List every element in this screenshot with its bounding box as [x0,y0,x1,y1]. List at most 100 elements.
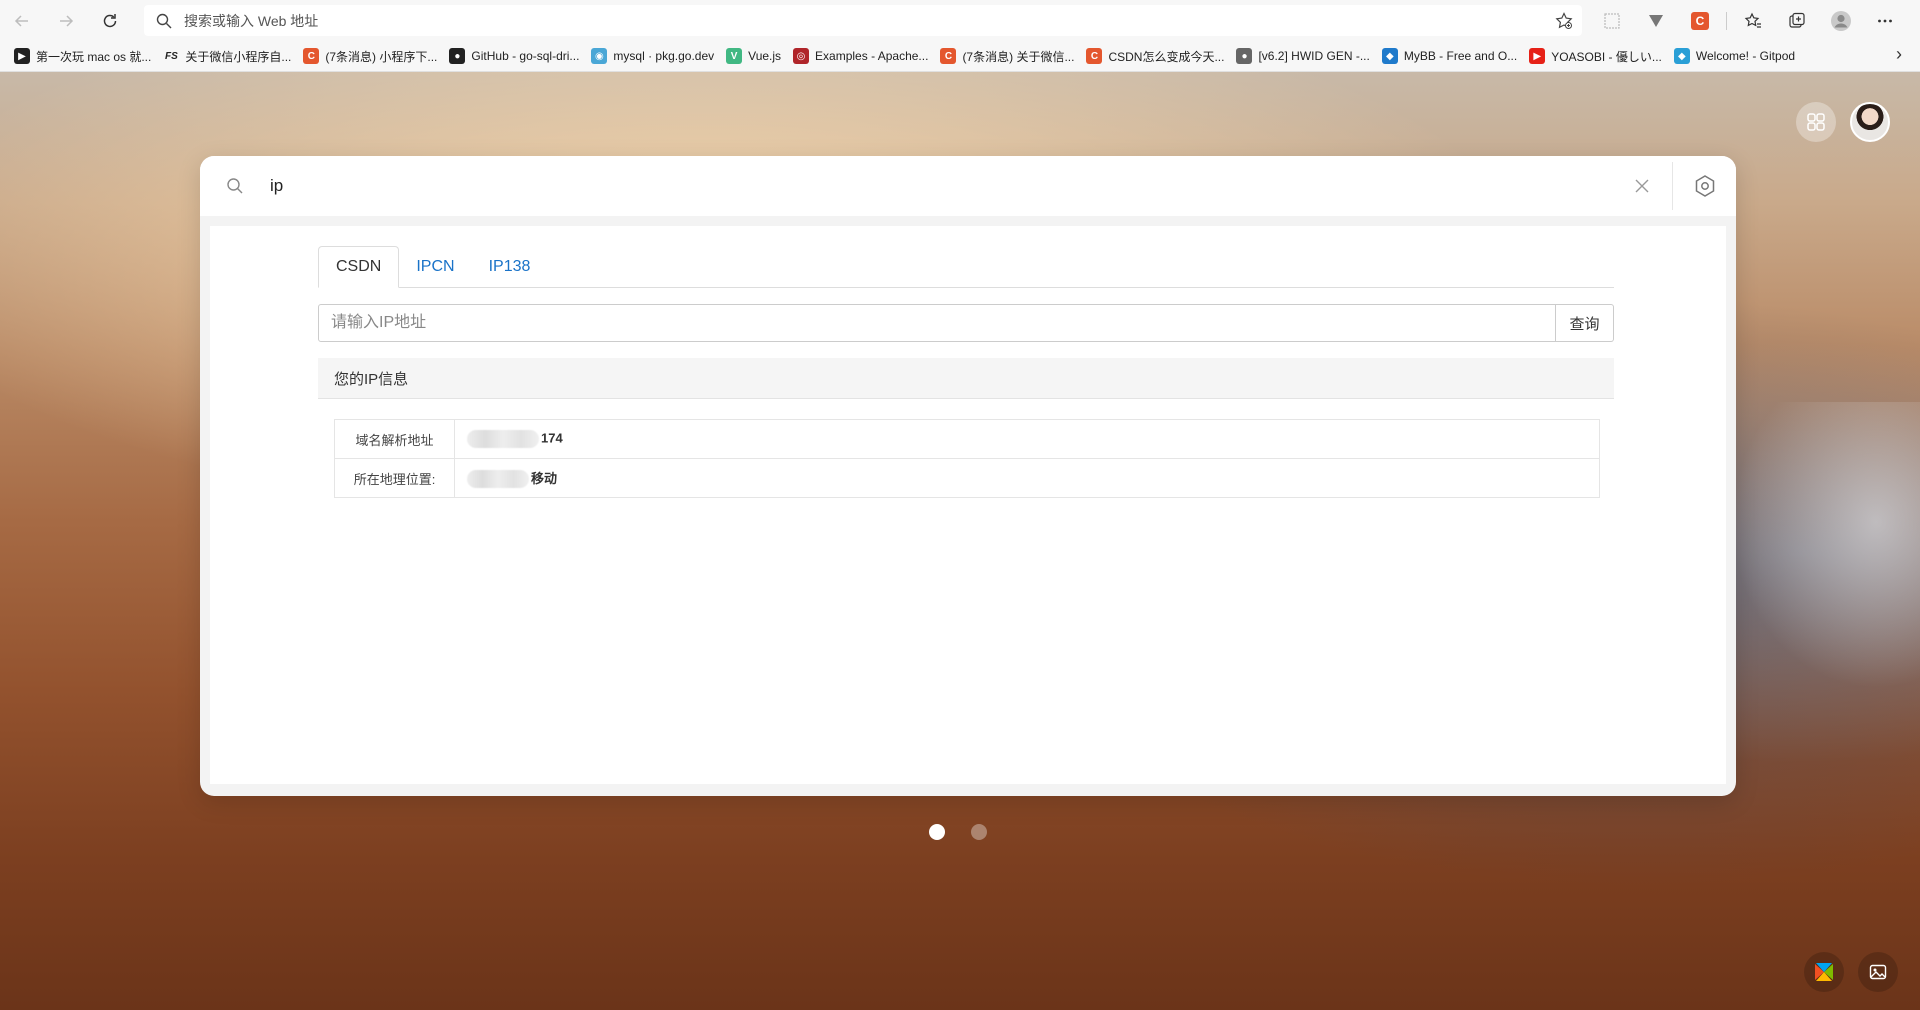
result-content: CSDN IPCN IP138 查询 您的IP信息 域名解析地址 174 所在地… [210,226,1726,784]
redacted-blur [467,430,539,448]
dns-address-text: 174 [541,430,563,446]
search-icon [200,177,270,195]
address-bar[interactable] [144,5,1582,36]
bookmark-label: GitHub - go-sql-dri... [471,49,580,63]
bookmark-label: [v6.2] HWID GEN -... [1258,49,1370,63]
wallpaper-button[interactable] [1858,952,1898,992]
mybb-icon: ◆ [1381,48,1398,64]
back-button[interactable] [0,0,44,41]
profile-icon [1831,10,1851,31]
search-query[interactable]: ip [270,176,1612,196]
arrow-left-icon [14,14,28,27]
page-dot-2[interactable] [971,824,987,840]
source-tabs: CSDN IPCN IP138 [318,246,1614,288]
bookmark-item[interactable]: V Vue.js [722,44,789,68]
bookmark-item[interactable]: ▶ 第一次玩 mac os 就... [10,44,159,68]
hexagon-settings-icon [1695,175,1714,197]
refresh-icon [103,13,117,27]
apache-icon: ◎ [793,48,810,64]
collections-icon [1789,12,1805,28]
gitpod-icon: ◆ [1673,48,1690,64]
apps-button[interactable] [1796,102,1836,142]
bookmark-item[interactable]: C CSDN怎么变成今天... [1082,44,1232,68]
address-input[interactable] [184,12,1546,29]
bottom-right-actions [1804,952,1898,992]
bookmark-label: MyBB - Free and O... [1403,49,1518,63]
extensions-area: C [1590,0,1907,41]
page-indicator [929,824,987,840]
clear-search-button[interactable] [1612,179,1672,193]
location-value: 移动 [454,458,1600,498]
bookmark-item[interactable]: FS 关于微信小程序自... [159,44,299,68]
arrow-right-icon [60,14,74,27]
refresh-button[interactable] [88,0,132,41]
csdn-icon: C [303,48,320,64]
csdn-icon: C [940,48,957,64]
bookmark-label: Welcome! - Gitpod [1695,49,1796,63]
bookmark-label: (7条消息) 关于微信... [962,49,1075,64]
search-panel: ip CSDN IPCN IP138 查询 您的IP信息 域名解 [200,156,1736,796]
ip-info-table: 域名解析地址 174 所在地理位置: 移动 [334,419,1600,498]
bookmark-item[interactable]: ◆ MyBB - Free and O... [1378,44,1525,68]
bookmark-item[interactable]: ● GitHub - go-sql-dri... [445,44,587,68]
bookmark-item[interactable]: ◆ Welcome! - Gitpod [1670,44,1803,68]
bookmark-item[interactable]: ◉ mysql · pkg.go.dev [587,44,722,68]
forward-button[interactable] [44,0,88,41]
youtube-icon: ▶ [1529,48,1546,64]
more-menu-button[interactable] [1863,0,1907,41]
tab-ip138[interactable]: IP138 [472,246,548,288]
bookmark-label: Examples - Apache... [815,49,929,63]
bookmark-label: mysql · pkg.go.dev [613,49,715,63]
bookmark-label: CSDN怎么变成今天... [1108,49,1225,64]
dns-address-value: 174 [454,419,1600,459]
toolbar-divider [1726,11,1727,30]
ip-input[interactable] [318,304,1556,342]
bookmark-label: YOASOBI - 優しい... [1551,49,1662,64]
location-label: 所在地理位置: [334,458,455,498]
chevron-right-icon[interactable]: › [1896,44,1902,65]
github-icon: ● [449,48,466,64]
bookmark-item[interactable]: C (7条消息) 小程序下... [299,44,445,68]
table-row: 所在地理位置: 移动 [334,458,1600,498]
colorful-logo-icon [1815,963,1833,981]
browser-toolbar: C [0,0,1920,41]
new-tab-page: ip CSDN IPCN IP138 查询 您的IP信息 域名解 [0,72,1920,1010]
dns-address-label: 域名解析地址 [334,419,455,459]
bookmark-item[interactable]: ● [v6.2] HWID GEN -... [1232,44,1377,68]
user-avatar[interactable] [1850,102,1890,142]
table-row: 域名解析地址 174 [334,419,1600,459]
bookmarks-bar: ▶ 第一次玩 mac os 就... FS 关于微信小程序自... C (7条消息) 小程… [0,41,1920,72]
extension-v-button[interactable] [1634,0,1678,41]
search-icon [144,13,184,29]
tab-ipcn[interactable]: IPCN [399,246,471,288]
redacted-blur [467,470,529,489]
globe-icon: ● [1236,48,1253,64]
grid-extension-icon [1604,12,1620,29]
background-wave [1720,402,1920,702]
search-engine-button[interactable] [1673,174,1736,198]
ellipsis-icon [1878,19,1892,22]
query-button[interactable]: 查询 [1556,304,1614,342]
extension-grid-button[interactable] [1590,0,1634,41]
bookmark-item[interactable]: ▶ YOASOBI - 優しい... [1525,44,1670,68]
bookmark-item[interactable]: ◎ Examples - Apache... [789,44,936,68]
csdn-icon: C [1086,48,1103,64]
vmware-icon: ▶ [14,48,30,64]
top-right-actions [1796,102,1890,142]
bookmark-label: 关于微信小程序自... [185,49,292,64]
image-icon [1869,964,1887,980]
page-dot-1[interactable] [929,824,945,840]
extension-csdn-button[interactable]: C [1678,0,1722,41]
favorites-icon [1744,12,1761,28]
location-text: 移动 [531,470,558,486]
add-favorite-button[interactable] [1546,11,1582,30]
favorites-button[interactable] [1731,0,1775,41]
apps-grid-icon [1807,113,1825,131]
profile-button[interactable] [1819,0,1863,41]
bookmark-label: Vue.js [748,49,782,63]
collections-button[interactable] [1775,0,1819,41]
tab-csdn[interactable]: CSDN [318,246,400,288]
bookmark-item[interactable]: C (7条消息) 关于微信... [936,44,1082,68]
close-icon [1635,179,1649,193]
ms-start-button[interactable] [1804,952,1844,992]
